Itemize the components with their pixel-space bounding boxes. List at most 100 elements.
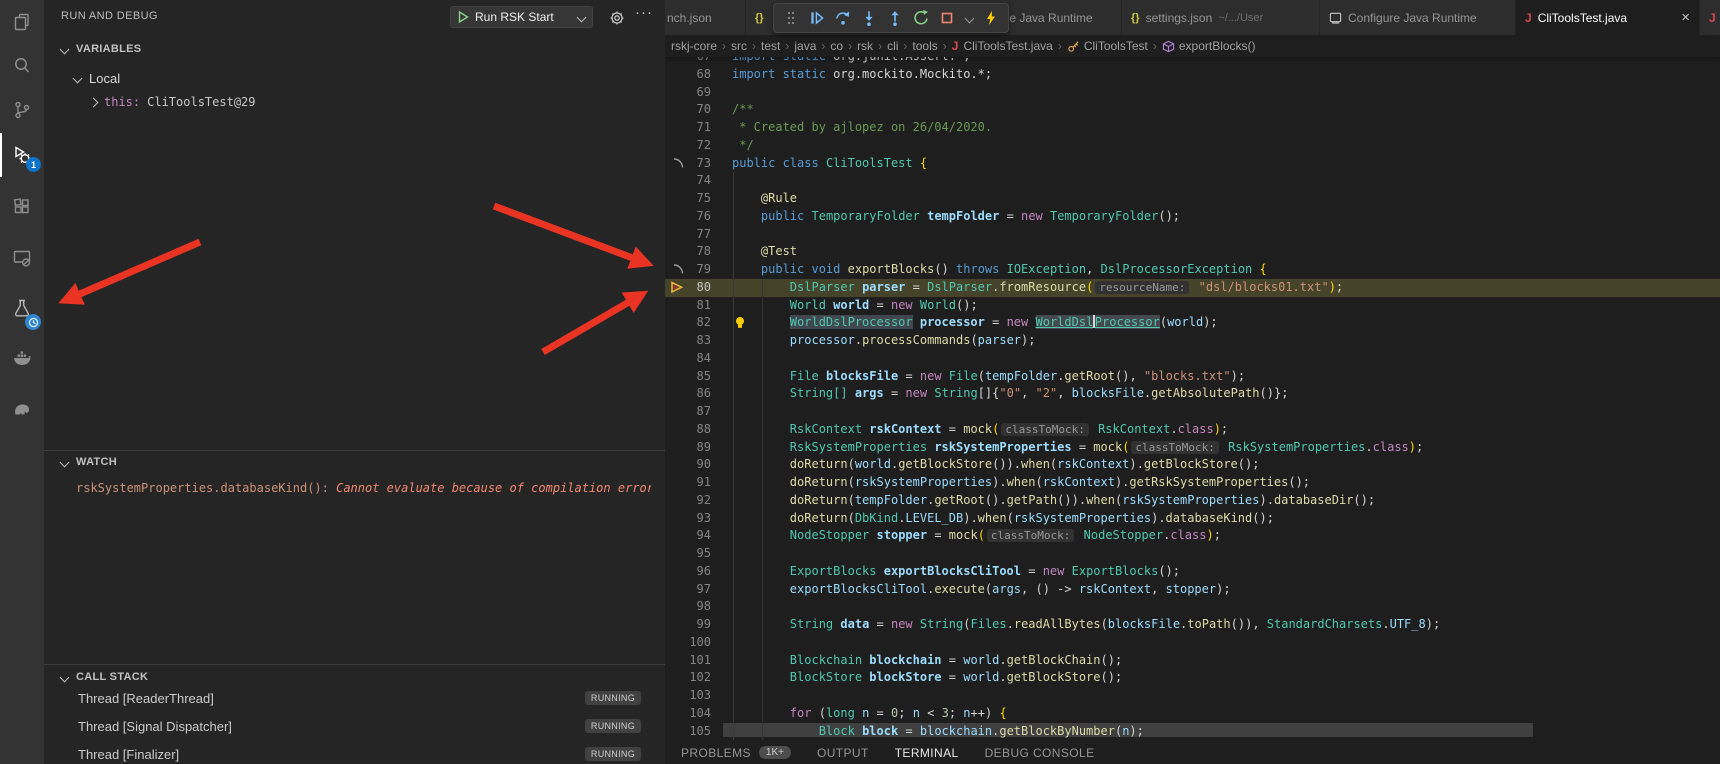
breadcrumb-item-java[interactable]: java bbox=[794, 39, 816, 53]
lightbulb-icon[interactable] bbox=[734, 316, 746, 335]
continue-icon[interactable] bbox=[806, 7, 828, 29]
gutter-glyph-margin[interactable] bbox=[665, 563, 689, 581]
panel-tab-output[interactable]: OUTPUT bbox=[817, 746, 869, 760]
more-actions-icon[interactable]: ··· bbox=[635, 4, 653, 21]
gutter-glyph-margin[interactable] bbox=[665, 279, 689, 297]
gutter-glyph-margin[interactable] bbox=[665, 616, 689, 634]
code-line-text: doReturn(rskSystemProperties).when(rskCo… bbox=[711, 474, 1310, 492]
gutter-glyph-margin[interactable] bbox=[665, 368, 689, 386]
code-editor[interactable]: 67import static org.junit.Assert.*;68imp… bbox=[665, 57, 1720, 741]
gradle-elephant-icon[interactable] bbox=[0, 386, 44, 430]
gutter-glyph-margin[interactable] bbox=[665, 350, 689, 368]
fold-indicator-icon[interactable] bbox=[672, 158, 684, 170]
gutter-glyph-margin[interactable] bbox=[665, 297, 689, 315]
gutter-glyph-margin[interactable] bbox=[665, 332, 689, 350]
call-stack-thread-row[interactable]: Thread [ReaderThread]RUNNING bbox=[78, 688, 653, 708]
gutter-glyph-margin[interactable] bbox=[665, 119, 689, 137]
gutter-glyph-margin[interactable] bbox=[665, 385, 689, 403]
code-line-text: import static org.junit.Assert.*; bbox=[711, 57, 970, 66]
gutter-glyph-margin[interactable] bbox=[665, 669, 689, 687]
gear-icon[interactable] bbox=[609, 10, 625, 31]
gutter-glyph-margin[interactable] bbox=[665, 137, 689, 155]
gutter-glyph-margin[interactable] bbox=[665, 261, 689, 279]
code-line-text: Blockchain blockchain = world.getBlockCh… bbox=[711, 652, 1122, 670]
tab-Configure Java Runtime[interactable]: Configure Java Runtime bbox=[1320, 0, 1516, 35]
hot-code-replace-icon[interactable] bbox=[980, 7, 1002, 29]
restart-icon[interactable] bbox=[910, 7, 932, 29]
gutter-glyph-margin[interactable] bbox=[665, 172, 689, 190]
gutter-glyph-margin[interactable] bbox=[665, 421, 689, 439]
gutter-glyph-margin[interactable] bbox=[665, 492, 689, 510]
tab-settings.json[interactable]: {}settings.json~/.../User bbox=[1122, 0, 1320, 35]
breadcrumb-item-co[interactable]: co bbox=[830, 39, 843, 53]
call-stack-thread-row[interactable]: Thread [Finalizer]RUNNING bbox=[78, 744, 653, 764]
breadcrumb-item-tools[interactable]: tools bbox=[912, 39, 937, 53]
breadcrumb-item-test[interactable]: test bbox=[761, 39, 780, 53]
gutter-glyph-margin[interactable] bbox=[665, 510, 689, 528]
chevron-down-icon bbox=[577, 12, 587, 22]
tab-CliToolsTest.java[interactable]: JCliToolsTest.java× bbox=[1516, 0, 1700, 35]
gutter-glyph-margin[interactable] bbox=[665, 208, 689, 226]
breadcrumb-item-src[interactable]: src bbox=[731, 39, 747, 53]
breadcrumb-item-CliToolsTest.java[interactable]: JCliToolsTest.java bbox=[952, 39, 1053, 53]
variables-scope-local[interactable]: Local bbox=[74, 71, 120, 86]
variable-row-this[interactable]: this: CliToolsTest@29 bbox=[90, 95, 256, 109]
tab-nch.json[interactable]: nch.json bbox=[665, 0, 746, 35]
remote-explorer-icon[interactable] bbox=[0, 236, 44, 280]
gutter-glyph-margin[interactable] bbox=[665, 723, 689, 741]
source-control-icon[interactable] bbox=[0, 88, 44, 132]
gutter-glyph-margin[interactable] bbox=[665, 705, 689, 723]
panel-tab-terminal[interactable]: TERMINAL bbox=[895, 746, 959, 760]
line-number: 104 bbox=[689, 705, 711, 723]
gutter-glyph-margin[interactable] bbox=[665, 314, 689, 332]
gutter-glyph-margin[interactable] bbox=[665, 66, 689, 84]
code-line-text: exportBlocksCliTool.execute(args, () -> … bbox=[711, 581, 1231, 599]
gutter-glyph-margin[interactable] bbox=[665, 439, 689, 457]
breadcrumb-item-CliToolsTest[interactable]: CliToolsTest bbox=[1067, 39, 1148, 53]
panel-tab-problems[interactable]: PROBLEMS1K+ bbox=[681, 746, 791, 760]
gutter-glyph-margin[interactable] bbox=[665, 598, 689, 616]
watch-expression-row[interactable]: rskSystemProperties.databaseKind(): Cann… bbox=[76, 481, 651, 495]
debug-current-line-arrow-icon[interactable] bbox=[670, 281, 684, 294]
variables-section-header[interactable]: VARIABLES bbox=[61, 43, 141, 55]
gutter-glyph-margin[interactable] bbox=[665, 243, 689, 261]
gutter-glyph-margin[interactable] bbox=[665, 101, 689, 119]
panel-tab-debug-console[interactable]: DEBUG CONSOLE bbox=[985, 746, 1095, 760]
gutter-glyph-margin[interactable] bbox=[665, 652, 689, 670]
gutter-glyph-margin[interactable] bbox=[665, 527, 689, 545]
gutter-glyph-margin[interactable] bbox=[665, 456, 689, 474]
gutter-glyph-margin[interactable] bbox=[665, 190, 689, 208]
fold-indicator-icon[interactable] bbox=[672, 264, 684, 276]
breadcrumb-item-rskj-core[interactable]: rskj-core bbox=[671, 39, 717, 53]
watch-section-header[interactable]: WATCH bbox=[61, 456, 117, 468]
close-icon[interactable]: × bbox=[1681, 10, 1690, 25]
gutter-glyph-margin[interactable] bbox=[665, 57, 689, 66]
extensions-icon[interactable] bbox=[0, 185, 44, 229]
gutter-glyph-margin[interactable] bbox=[665, 474, 689, 492]
explorer-icon[interactable] bbox=[0, 0, 44, 44]
step-over-icon[interactable] bbox=[832, 7, 854, 29]
code-line-text: doReturn(tempFolder.getRoot().getPath())… bbox=[711, 492, 1375, 510]
toolbar-drag-handle[interactable] bbox=[780, 7, 802, 29]
breadcrumb-item-exportBlocks()[interactable]: exportBlocks() bbox=[1162, 39, 1256, 53]
step-out-icon[interactable] bbox=[884, 7, 906, 29]
gutter-glyph-margin[interactable] bbox=[665, 581, 689, 599]
call-stack-thread-row[interactable]: Thread [Signal Dispatcher]RUNNING bbox=[78, 716, 653, 736]
tab-clipped[interactable]: J bbox=[1700, 0, 1720, 35]
stop-menu-chevron-icon[interactable] bbox=[962, 7, 976, 29]
step-into-icon[interactable] bbox=[858, 7, 880, 29]
gutter-glyph-margin[interactable] bbox=[665, 634, 689, 652]
gutter-glyph-margin[interactable] bbox=[665, 84, 689, 102]
run-config-dropdown[interactable]: Run RSK Start bbox=[450, 6, 593, 28]
gutter-glyph-margin[interactable] bbox=[665, 545, 689, 563]
gutter-glyph-margin[interactable] bbox=[665, 155, 689, 173]
breadcrumb-item-cli[interactable]: cli bbox=[887, 39, 898, 53]
call-stack-section-header[interactable]: CALL STACK bbox=[61, 671, 148, 683]
gutter-glyph-margin[interactable] bbox=[665, 226, 689, 244]
gutter-glyph-margin[interactable] bbox=[665, 403, 689, 421]
search-icon[interactable] bbox=[0, 44, 44, 88]
gutter-glyph-margin[interactable] bbox=[665, 687, 689, 705]
docker-icon[interactable] bbox=[0, 336, 44, 380]
breadcrumb-item-rsk[interactable]: rsk bbox=[857, 39, 873, 53]
stop-icon[interactable] bbox=[936, 7, 958, 29]
